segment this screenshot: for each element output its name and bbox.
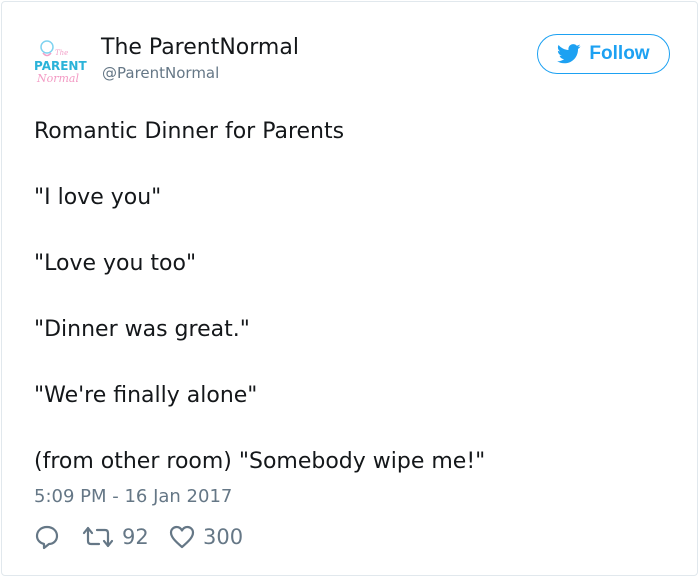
tweet-text-line: "Love you too" [34,251,197,276]
user-handle[interactable]: @ParentNormal [102,64,219,82]
avatar-word-parent: PARENT [34,59,87,73]
svg-text:The: The [55,49,68,57]
avatar-logo: The PARENT Normal [34,40,87,85]
avatar-word-normal: Normal [36,72,79,85]
tweet-text-line: "I love you" [34,185,162,210]
tweet-timestamp[interactable]: 5:09 PM - 16 Jan 2017 [34,486,232,507]
tweet-text-line: (from other room) "Somebody wipe me!" [34,449,486,474]
reply-icon [35,525,59,550]
follow-button[interactable]: Follow [537,34,670,74]
tweet-text-line: "Dinner was great." [34,317,250,342]
tweet-card: The PARENT Normal The ParentNormal @Pare… [1,1,698,576]
retweet-count: 92 [122,525,149,549]
reply-button[interactable] [34,522,60,552]
like-count: 300 [203,525,244,549]
retweet-button[interactable]: 92 [82,522,149,552]
heart-icon [169,525,195,549]
tweet-text-line: Romantic Dinner for Parents [34,119,345,144]
follow-label: Follow [589,43,650,64]
like-button[interactable]: 300 [169,522,243,552]
avatar[interactable]: The PARENT Normal [33,35,89,87]
display-name[interactable]: The ParentNormal [101,35,299,60]
retweet-icon [82,526,114,548]
twitter-bird-icon [557,44,582,64]
tweet-text-line: "We're finally alone" [34,383,258,408]
